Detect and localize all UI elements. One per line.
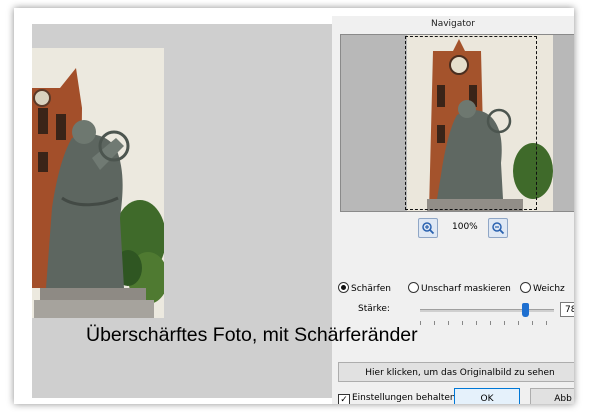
- radio-sharpen[interactable]: Schärfen: [338, 282, 391, 294]
- checkbox-box[interactable]: ✓: [338, 394, 350, 404]
- screenshot-card: Überschärftes Foto, mit Schärferänder Na…: [14, 8, 574, 404]
- radio-indicator[interactable]: [338, 282, 349, 293]
- keep-settings-checkbox[interactable]: ✓ Einstellungen behalten: [338, 393, 456, 404]
- statue-photo-image: [32, 48, 164, 318]
- preview-photo: [32, 48, 164, 318]
- radio-sharpen-label: Schärfen: [351, 284, 391, 294]
- navigator-thumbnail[interactable]: [340, 34, 574, 212]
- show-original-button[interactable]: Hier klicken, um das Originalbild zu seh…: [338, 362, 574, 382]
- radio-soften[interactable]: Weichz: [520, 282, 565, 294]
- strength-slider-ticks: [420, 321, 554, 325]
- zoom-level: 100%: [452, 222, 478, 232]
- zoom-in-icon[interactable]: [418, 218, 438, 238]
- ok-button[interactable]: OK: [454, 388, 520, 404]
- navigator-title: Navigator: [430, 19, 476, 29]
- zoom-out-icon[interactable]: [488, 218, 508, 238]
- radio-indicator[interactable]: [520, 282, 531, 293]
- radio-unsharp-mask-label: Unscharf maskieren: [421, 284, 511, 294]
- radio-unsharp-mask[interactable]: Unscharf maskieren: [408, 282, 511, 294]
- cancel-button[interactable]: Abb: [530, 388, 574, 404]
- strength-label: Stärke:: [358, 304, 390, 314]
- navigator-view-rectangle[interactable]: [405, 36, 537, 210]
- strength-slider-track[interactable]: [420, 309, 554, 312]
- radio-soften-label: Weichz: [533, 284, 565, 294]
- strength-value-field[interactable]: 78: [560, 302, 574, 317]
- caption-text: Überschärftes Foto, mit Schärferänder: [86, 324, 418, 346]
- keep-settings-label: Einstellungen behalten: [352, 393, 456, 403]
- radio-indicator[interactable]: [408, 282, 419, 293]
- strength-slider-thumb[interactable]: [521, 303, 529, 317]
